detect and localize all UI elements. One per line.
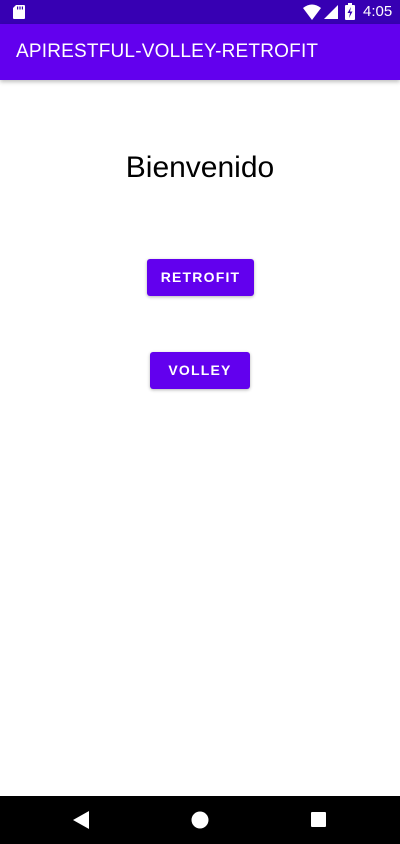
back-icon[interactable] xyxy=(72,810,90,830)
retrofit-button[interactable]: RETROFIT xyxy=(147,259,254,296)
recents-icon[interactable] xyxy=(311,812,326,827)
signal-icon xyxy=(324,5,338,19)
status-bar: 4:05 xyxy=(0,0,400,24)
navigation-bar xyxy=(0,796,400,844)
screen: 4:05 APIRESTFUL-VOLLEY-RETROFIT Bienveni… xyxy=(0,0,400,844)
sd-card-icon xyxy=(13,5,25,19)
battery-charging-icon xyxy=(345,3,355,20)
welcome-text: Bienvenido xyxy=(125,151,275,184)
status-time: 4:05 xyxy=(363,3,393,20)
wifi-icon xyxy=(303,4,321,20)
home-icon[interactable] xyxy=(191,811,209,829)
volley-button[interactable]: VOLLEY xyxy=(150,352,250,389)
app-bar: APIRESTFUL-VOLLEY-RETROFIT xyxy=(0,24,400,80)
app-title: APIRESTFUL-VOLLEY-RETROFIT xyxy=(16,41,319,62)
